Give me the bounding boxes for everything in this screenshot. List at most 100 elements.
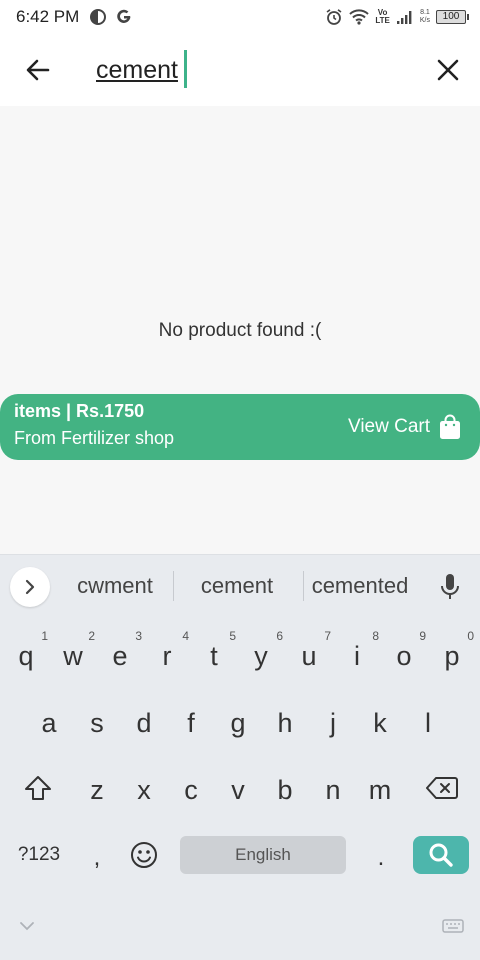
- key-label: u: [301, 641, 317, 671]
- suggestion-1[interactable]: cwment: [64, 573, 166, 599]
- microphone-icon: [441, 574, 459, 599]
- key-label: v: [231, 775, 245, 805]
- text-caret: [184, 50, 187, 88]
- key-y[interactable]: 6y: [239, 629, 283, 685]
- key-label: w: [63, 641, 83, 671]
- key-label: f: [187, 708, 195, 738]
- back-button[interactable]: [22, 54, 54, 86]
- view-cart-label: View Cart: [347, 416, 430, 437]
- spacebar[interactable]: English: [180, 836, 346, 874]
- speed-value: 8.1: [420, 9, 430, 16]
- google-icon: [115, 8, 133, 26]
- notification-app-icon: [89, 8, 107, 26]
- suggestion-2[interactable]: cement: [186, 573, 288, 599]
- key-n[interactable]: n: [311, 763, 355, 819]
- key-label: g: [230, 708, 246, 738]
- key-a[interactable]: a: [27, 696, 71, 752]
- suggestion-strip: cwment cement cemented: [0, 554, 480, 616]
- key-label: s: [90, 708, 104, 738]
- emoji-icon: [131, 842, 157, 868]
- speed-unit: K/s: [419, 17, 430, 24]
- key-r[interactable]: 4r: [145, 629, 190, 685]
- key-p[interactable]: 0p: [430, 629, 474, 685]
- key-k[interactable]: k: [358, 696, 402, 752]
- emoji-key[interactable]: [126, 836, 162, 874]
- shift-icon: [25, 776, 51, 800]
- key-label: k: [373, 708, 387, 738]
- volte-indicator: Vo LTE: [375, 9, 390, 25]
- expand-suggestions-button[interactable]: [10, 567, 50, 607]
- signal-icon: [396, 10, 414, 24]
- key-v[interactable]: v: [216, 763, 260, 819]
- key-label: n: [325, 775, 341, 805]
- suggestion-3[interactable]: cemented: [308, 573, 412, 599]
- key-o[interactable]: 9o: [382, 629, 426, 685]
- symbols-key[interactable]: ?123: [10, 836, 68, 874]
- results-area: No product found :( items | Rs.1750 From…: [0, 106, 480, 554]
- backspace-icon: [426, 777, 458, 799]
- hide-keyboard-button[interactable]: [14, 916, 40, 936]
- key-e[interactable]: 3e: [98, 629, 142, 685]
- cart-summary-bar[interactable]: items | Rs.1750 From Fertilizer shop Vie…: [0, 394, 480, 460]
- backspace-key[interactable]: [418, 766, 466, 810]
- key-label: i: [354, 641, 360, 671]
- view-cart-button[interactable]: View Cart: [348, 414, 462, 440]
- key-d[interactable]: d: [122, 696, 166, 752]
- key-t[interactable]: 5t: [192, 629, 236, 685]
- status-time: 6:42 PM: [16, 7, 80, 26]
- voice-input-button[interactable]: [436, 571, 464, 603]
- key-label: l: [425, 708, 431, 738]
- period-key[interactable]: .: [364, 836, 398, 880]
- clear-search-button[interactable]: [432, 54, 464, 86]
- status-bar: 6:42 PM Vo LTE 8.1 K/s 100: [0, 0, 480, 34]
- key-label: q: [18, 641, 34, 671]
- close-icon: [437, 59, 459, 81]
- keyboard-icon: [442, 919, 464, 933]
- alarm-icon: [325, 8, 343, 26]
- key-w[interactable]: 2w: [51, 629, 95, 685]
- key-label: d: [136, 708, 152, 738]
- key-x[interactable]: x: [122, 763, 166, 819]
- shift-key[interactable]: [14, 766, 62, 810]
- key-h[interactable]: h: [263, 696, 307, 752]
- key-s[interactable]: s: [75, 696, 119, 752]
- key-m[interactable]: m: [358, 763, 402, 819]
- wifi-icon: [349, 9, 370, 25]
- key-label: z: [90, 775, 104, 805]
- key-label: m: [368, 775, 392, 805]
- switch-keyboard-button[interactable]: [440, 916, 466, 936]
- key-label: j: [330, 708, 336, 738]
- battery-indicator: 100: [436, 10, 469, 24]
- key-label: o: [396, 641, 412, 671]
- search-header: [0, 34, 480, 106]
- suggestion-divider: [303, 571, 304, 601]
- search-icon: [429, 843, 453, 867]
- key-c[interactable]: c: [169, 763, 213, 819]
- key-u[interactable]: 7u: [287, 629, 331, 685]
- key-z[interactable]: z: [75, 763, 119, 819]
- key-j[interactable]: j: [311, 696, 355, 752]
- status-right-icons: Vo LTE 8.1 K/s 100: [325, 8, 469, 26]
- key-g[interactable]: g: [216, 696, 260, 752]
- suggestion-divider: [173, 571, 174, 601]
- volte-bottom: LTE: [375, 16, 390, 25]
- key-q[interactable]: 1q: [4, 629, 48, 685]
- network-speed: 8.1 K/s: [420, 9, 430, 25]
- key-label: a: [41, 708, 57, 738]
- keyboard-search-key[interactable]: [413, 836, 469, 874]
- chevron-right-icon: [25, 579, 35, 595]
- key-f[interactable]: f: [169, 696, 213, 752]
- empty-results-message: No product found :(: [158, 320, 322, 341]
- key-b[interactable]: b: [263, 763, 307, 819]
- key-label: p: [444, 641, 460, 671]
- key-label: x: [137, 775, 151, 805]
- key-label: h: [277, 708, 293, 738]
- chevron-down-icon: [20, 922, 34, 931]
- key-label: y: [254, 641, 268, 671]
- soft-keyboard: cwment cement cemented 1q 2w 3e 4r 5t 6y…: [0, 554, 480, 960]
- key-label: c: [184, 775, 198, 805]
- comma-key[interactable]: ,: [80, 836, 114, 880]
- key-i[interactable]: 8i: [335, 629, 379, 685]
- key-l[interactable]: l: [406, 696, 450, 752]
- search-input[interactable]: [96, 52, 416, 88]
